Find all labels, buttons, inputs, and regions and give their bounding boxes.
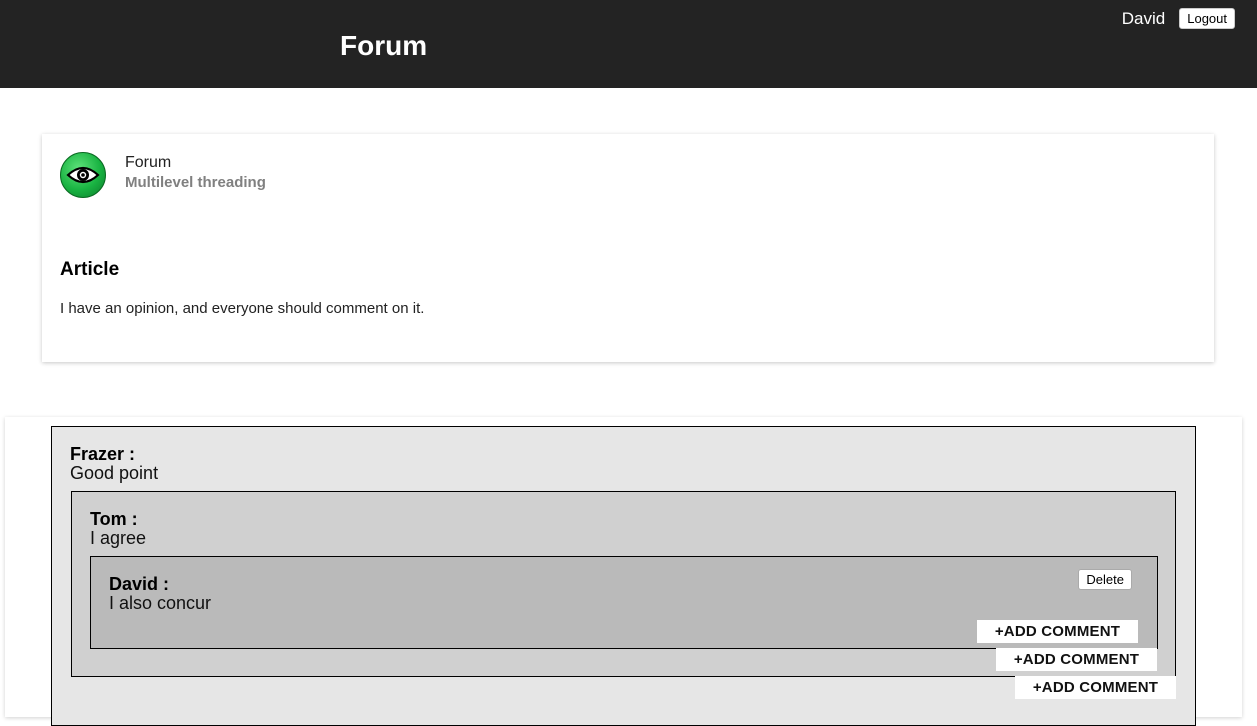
user-area: David Logout xyxy=(1122,8,1235,29)
comment-text: Good point xyxy=(70,463,159,483)
app-title: Forum xyxy=(340,30,428,61)
article-body: I have an opinion, and everyone should c… xyxy=(60,300,425,317)
card-header: Forum Multilevel threading xyxy=(125,154,266,191)
add-comment-button[interactable]: +ADD COMMENT xyxy=(977,620,1138,643)
comment-text: I also concur xyxy=(109,593,212,613)
add-comment-button[interactable]: +ADD COMMENT xyxy=(996,648,1157,671)
comment-author: Frazer : xyxy=(70,444,136,464)
article-heading: Article xyxy=(60,259,120,280)
comment-text: I agree xyxy=(90,528,147,548)
article-card: Forum Multilevel threading Article I hav… xyxy=(42,134,1214,362)
add-comment-button[interactable]: +ADD COMMENT xyxy=(1015,676,1176,699)
comment-frazer: Frazer : Good point Tom : I agree David … xyxy=(51,426,1196,726)
current-username: David xyxy=(1121,8,1166,28)
forum-name: Forum xyxy=(125,154,172,171)
comment-author: David : xyxy=(109,574,170,594)
top-navbar: Forum David Logout xyxy=(0,0,1257,88)
comment-tom: Tom : I agree David : I also concur Dele… xyxy=(71,491,1176,677)
logout-button[interactable]: Logout xyxy=(1179,8,1235,29)
comment-david: David : I also concur Delete +ADD COMMEN… xyxy=(90,556,1158,649)
comment-author: Tom : xyxy=(90,509,138,529)
forum-subtitle: Multilevel threading xyxy=(125,174,266,191)
delete-comment-button[interactable]: Delete xyxy=(1078,569,1132,590)
comments-panel: Frazer : Good point Tom : I agree David … xyxy=(5,417,1242,726)
eye-icon xyxy=(60,152,106,198)
